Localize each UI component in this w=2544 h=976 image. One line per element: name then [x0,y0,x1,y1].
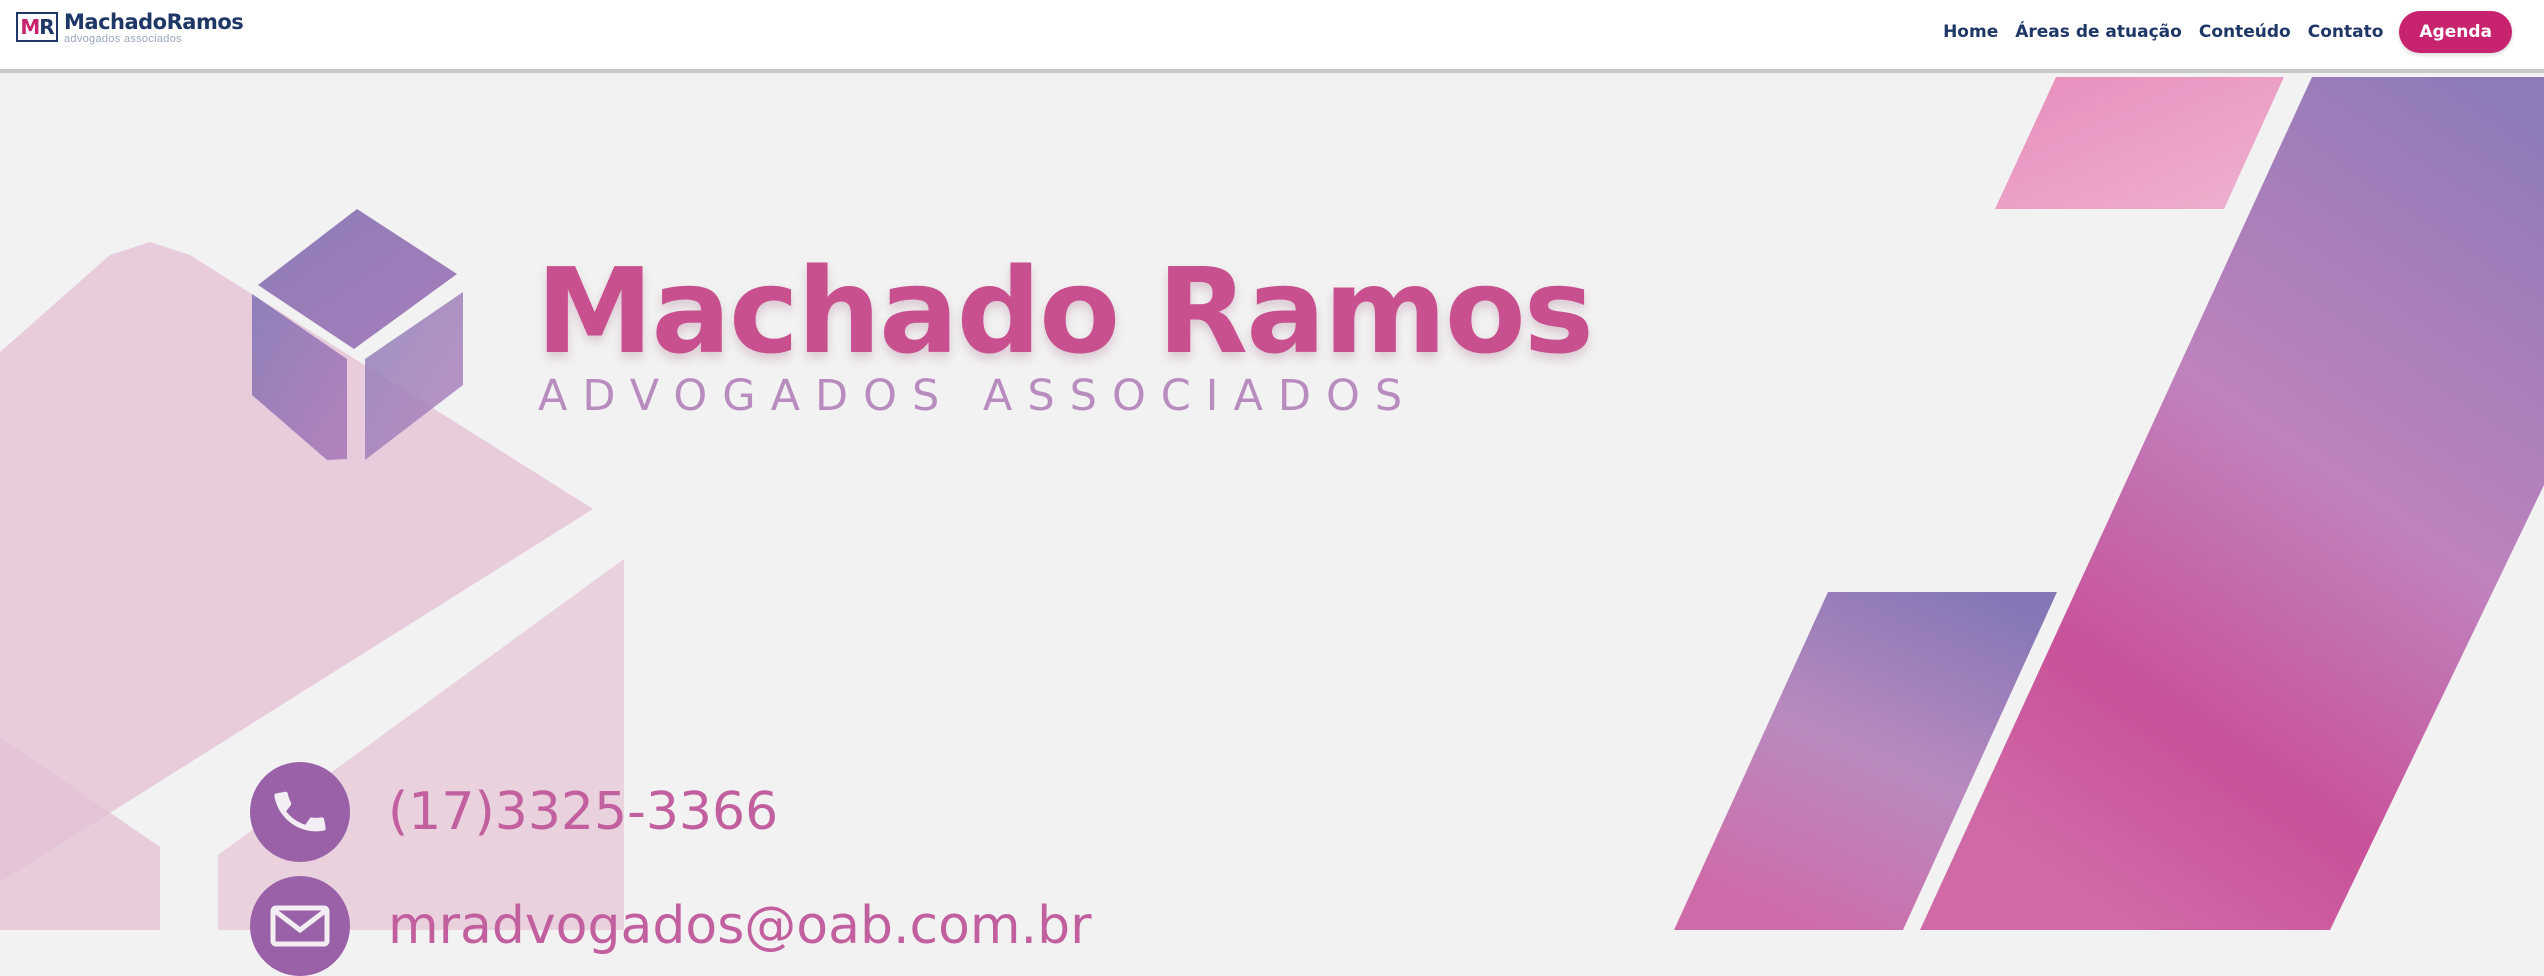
logo-mark-icon: MR [16,12,58,42]
brand-title: Machado Ramos [536,242,1594,380]
logo-tagline: advogados associados [64,33,182,45]
main-nav: Home Áreas de atuação Conteúdo Contato A… [1926,11,2512,53]
site-header: MR MachadoRamos advogados associados Hom… [0,0,2544,73]
nav-areas-de-atuacao[interactable]: Áreas de atuação [2015,22,2182,42]
logo-name: MachadoRamos [64,10,244,34]
phone-icon [250,762,350,862]
nav-conteudo[interactable]: Conteúdo [2199,22,2291,42]
brand-subtitle: ADVOGADOS ASSOCIADOS [538,371,1418,421]
email-address: mradvogados@oab.com.br [388,896,1092,956]
phone-number: (17)3325-3366 [388,782,779,842]
logo[interactable]: MR MachadoRamos advogados associados [16,10,244,46]
nav-home[interactable]: Home [1943,22,1998,42]
email-row[interactable]: mradvogados@oab.com.br [250,876,1091,976]
agenda-button[interactable]: Agenda [2399,11,2512,53]
logo-text: MachadoRamos advogados associados [64,10,244,45]
mail-icon [250,876,350,976]
nav-contato[interactable]: Contato [2308,22,2384,42]
hero-section: Machado Ramos ADVOGADOS ASSOCIADOS (17)3… [0,77,2544,976]
phone-row[interactable]: (17)3325-3366 [250,762,778,862]
